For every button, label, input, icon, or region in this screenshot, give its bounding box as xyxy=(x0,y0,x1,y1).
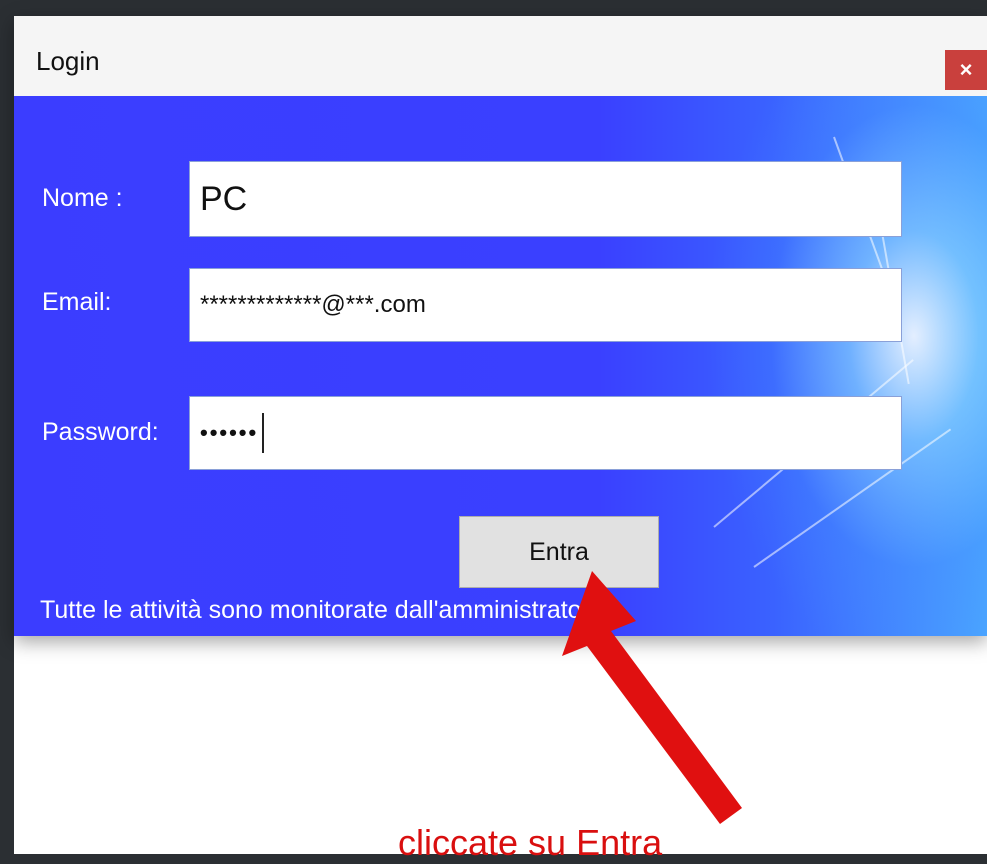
login-dialog: Login × Nome : PC Email: *************@*… xyxy=(14,16,987,636)
annotation-text: cliccate su Entra xyxy=(398,822,663,863)
window-title: Login xyxy=(36,46,100,76)
entra-button-label: Entra xyxy=(529,537,589,566)
nome-value: PC xyxy=(200,179,248,218)
nome-label: Nome : xyxy=(42,184,123,212)
login-panel: Nome : PC Email: *************@***.com P… xyxy=(14,96,987,636)
email-field[interactable]: *************@***.com xyxy=(189,268,902,342)
entra-button[interactable]: Entra xyxy=(459,516,659,588)
password-field[interactable]: •••••• xyxy=(189,396,902,470)
nome-field[interactable]: PC xyxy=(189,161,902,237)
text-caret xyxy=(262,413,265,453)
email-value: *************@***.com xyxy=(200,291,426,318)
password-value: •••••• xyxy=(200,420,259,445)
titlebar: Login × xyxy=(14,16,987,97)
email-label: Email: xyxy=(42,288,112,316)
monitoring-notice: Tutte le attività sono monitorate dall'a… xyxy=(40,596,611,624)
screenshot-canvas: Login × Nome : PC Email: *************@*… xyxy=(14,16,987,863)
close-icon: × xyxy=(959,57,973,82)
password-label: Password: xyxy=(42,418,159,446)
close-button[interactable]: × xyxy=(945,50,987,90)
